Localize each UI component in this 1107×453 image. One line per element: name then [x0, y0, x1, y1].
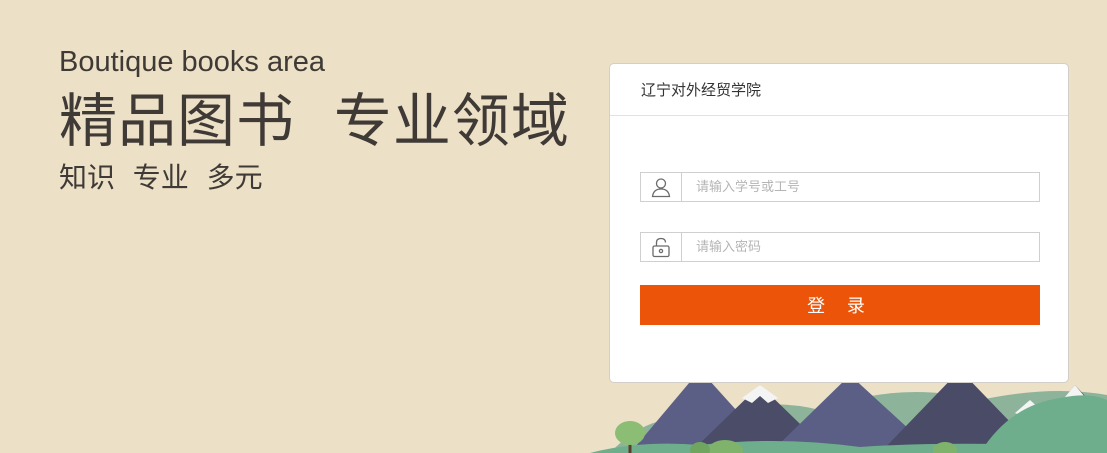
username-input[interactable]	[682, 173, 1039, 201]
institution-header: 辽宁对外经贸学院	[610, 64, 1068, 116]
user-icon	[641, 173, 682, 201]
institution-name: 辽宁对外经贸学院	[641, 81, 762, 99]
lock-icon	[641, 233, 682, 261]
hero-subline: 知识 专业 多元	[59, 161, 263, 194]
hero-headline: 精品图书 专业领域	[59, 87, 570, 155]
login-card: 辽宁对外经贸学院 登 录	[609, 63, 1069, 383]
hero-english-title: Boutique books area	[59, 46, 326, 78]
login-button[interactable]: 登 录	[640, 285, 1040, 325]
password-field[interactable]	[640, 232, 1040, 262]
password-input[interactable]	[682, 233, 1039, 261]
username-field[interactable]	[640, 172, 1040, 202]
hero-section: Boutique books area 精品图书 专业领域 知识 专业 多元	[59, 44, 570, 196]
